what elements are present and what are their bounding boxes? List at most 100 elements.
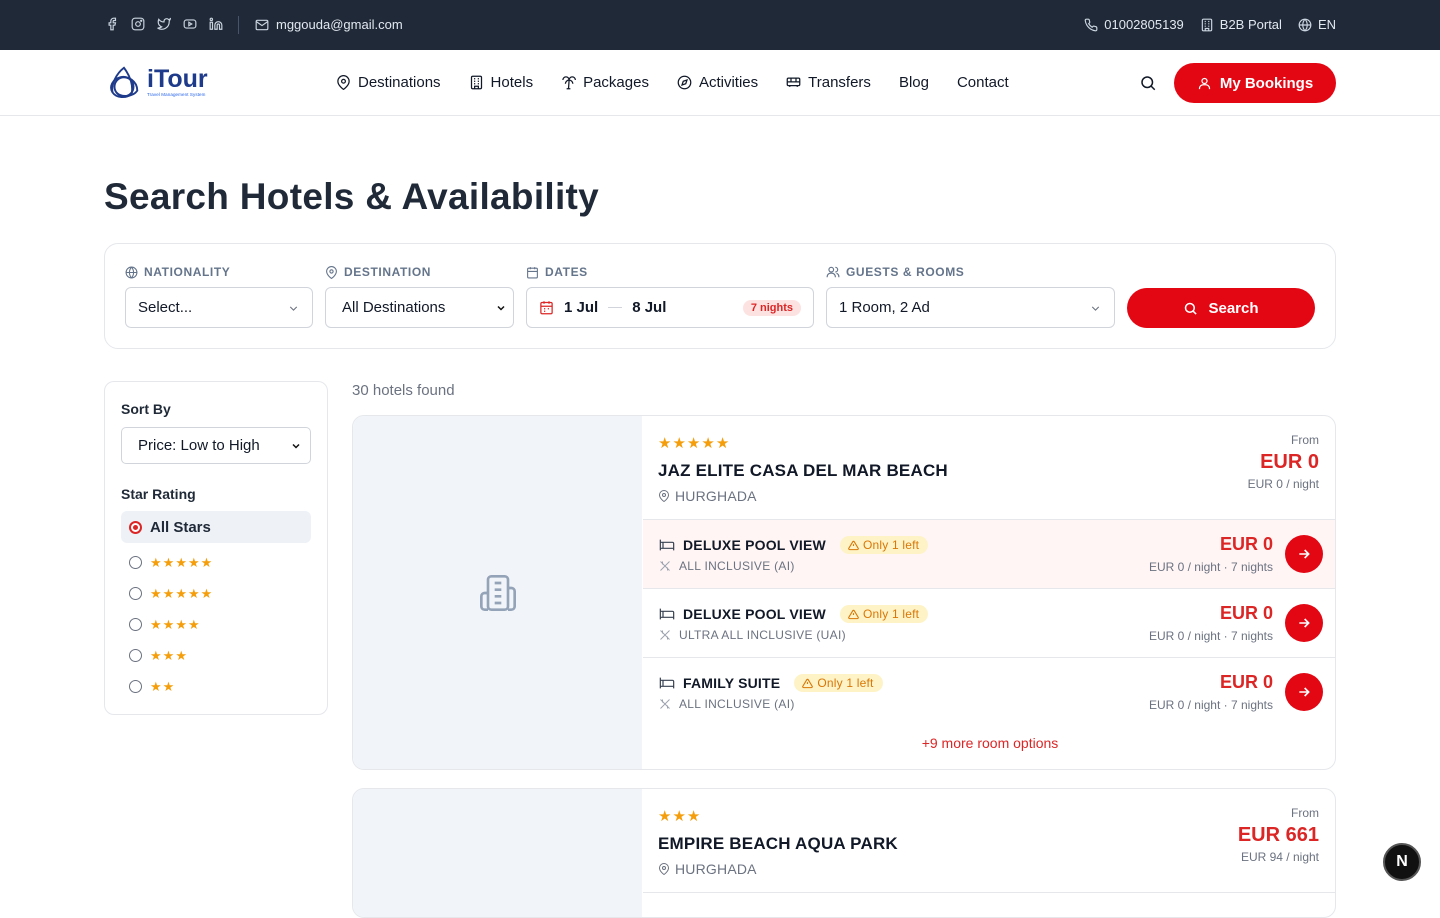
guests-rooms-select[interactable]: 1 Room, 2 Ad xyxy=(826,287,1115,328)
room-price: EUR 0 xyxy=(1219,672,1273,692)
globe-icon xyxy=(125,266,138,279)
star-icon: ★ xyxy=(175,647,187,663)
calendar-icon xyxy=(526,266,539,279)
phone-icon xyxy=(1084,18,1098,32)
star-icon: ★ xyxy=(658,808,672,825)
chevron-down-icon xyxy=(290,440,302,452)
phone-link[interactable]: 01002805139 xyxy=(1084,17,1184,32)
dev-tools-badge[interactable]: N xyxy=(1383,843,1421,881)
twitter-icon[interactable] xyxy=(156,16,172,32)
nav-label: Destinations xyxy=(358,74,441,91)
nav-contact[interactable]: Contact xyxy=(957,74,1009,91)
board-type: ALL INCLUSIVE (AI) xyxy=(659,697,795,711)
b2b-portal-link[interactable]: B2B Portal xyxy=(1200,17,1282,32)
board-type: ULTRA ALL INCLUSIVE (UAI) xyxy=(659,628,846,642)
hotel-name[interactable]: EMPIRE BEACH AQUA PARK xyxy=(658,834,898,854)
hotel-price: EUR 661 xyxy=(1237,824,1319,846)
hotel-image-placeholder xyxy=(353,789,642,917)
radio-button[interactable] xyxy=(129,617,142,631)
select-room-button[interactable] xyxy=(1285,673,1323,711)
nav-packages[interactable]: Packages xyxy=(561,74,649,91)
room-option[interactable] xyxy=(643,892,1335,917)
select-room-button[interactable] xyxy=(1285,604,1323,642)
star-icon: ★ xyxy=(150,678,162,694)
radio-button[interactable] xyxy=(129,679,142,693)
more-room-options-link[interactable]: +9 more room options xyxy=(643,735,1335,751)
map-pin-icon xyxy=(658,863,670,875)
room-price: EUR 0 xyxy=(1219,534,1273,554)
my-bookings-button[interactable]: My Bookings xyxy=(1174,63,1336,103)
destination-label: DESTINATION xyxy=(325,265,431,279)
room-option[interactable]: DELUXE POOL VIEW Only 1 left ULTRA ALL I… xyxy=(643,588,1335,657)
all-stars-label: All Stars xyxy=(150,518,211,536)
star-icon: ★ xyxy=(162,647,175,663)
star-icon: ★ xyxy=(658,435,672,452)
youtube-icon[interactable] xyxy=(182,16,198,32)
room-price-detail: EUR 0 / night · 7 nights xyxy=(1148,698,1273,712)
nav-destinations[interactable]: Destinations xyxy=(336,74,441,91)
star-filter-option[interactable]: ★ ★ ★ ★ ★ xyxy=(121,577,311,609)
language-selector[interactable]: EN xyxy=(1298,17,1336,32)
hotel-card[interactable]: ★ ★ ★ EMPIRE BEACH AQUA PARK HURGHADA From… xyxy=(352,788,1336,918)
warning-icon xyxy=(848,609,859,620)
star-rating-label: Star Rating xyxy=(121,486,196,502)
star-filter-option[interactable]: ★ ★ ★ xyxy=(121,639,311,671)
select-room-button[interactable] xyxy=(1285,535,1323,573)
hotel-price: EUR 0 xyxy=(1260,451,1319,473)
map-pin-icon xyxy=(336,75,351,90)
facebook-icon[interactable] xyxy=(104,16,120,32)
star-icon: ★ xyxy=(175,585,187,601)
users-icon xyxy=(826,265,840,279)
chevron-down-icon xyxy=(495,302,507,314)
nav-activities[interactable]: Activities xyxy=(677,74,758,91)
date-to: 8 Jul xyxy=(632,299,667,316)
email-text: mggouda@gmail.com xyxy=(276,17,403,32)
date-range-picker[interactable]: 1 Jul 8 Jul 7 nights xyxy=(526,287,814,328)
star-filter-option[interactable]: ★ ★ xyxy=(121,670,311,702)
chevron-down-icon xyxy=(1089,302,1102,315)
email-link[interactable]: mggouda@gmail.com xyxy=(255,17,403,32)
star-icon: ★ xyxy=(686,435,701,452)
star-icon: ★ xyxy=(686,808,701,825)
sort-select[interactable]: Price: Low to High xyxy=(121,427,311,464)
calendar-icon xyxy=(539,300,554,315)
destination-select[interactable]: All Destinations xyxy=(325,287,514,328)
search-icon[interactable] xyxy=(1139,74,1157,92)
instagram-icon[interactable] xyxy=(130,16,146,32)
nav-label: Packages xyxy=(583,74,649,91)
star-filter-option[interactable]: ★ ★ ★ ★ xyxy=(121,608,311,640)
logo[interactable]: iTour Travel Management System xyxy=(105,64,225,104)
radio-button[interactable] xyxy=(129,586,142,600)
radio-button[interactable] xyxy=(129,520,142,534)
room-price: EUR 0 xyxy=(1219,603,1273,623)
nationality-select[interactable]: Select... xyxy=(125,287,313,328)
search-button[interactable]: Search xyxy=(1127,288,1315,328)
logo-tagline: Travel Management System xyxy=(147,92,206,97)
room-option[interactable]: DELUXE POOL VIEW Only 1 left ALL INCLUSI… xyxy=(643,519,1335,588)
linkedin-icon[interactable] xyxy=(208,16,224,32)
search-button-label: Search xyxy=(1208,299,1259,317)
date-separator xyxy=(608,307,623,308)
star-icon: ★ xyxy=(187,554,200,570)
arrow-right-icon xyxy=(1296,684,1312,700)
star-filter-option[interactable]: ★ ★ ★ ★ ★ xyxy=(121,546,311,578)
nav-blog[interactable]: Blog xyxy=(899,74,929,91)
nav-transfers[interactable]: Transfers xyxy=(786,74,871,91)
star-icon: ★ xyxy=(187,585,200,601)
filters-sidebar: Sort By Price: Low to High Star Rating A… xyxy=(104,381,328,715)
utensils-icon xyxy=(659,560,671,572)
radio-button[interactable] xyxy=(129,555,142,569)
logo-mark-icon xyxy=(110,66,139,98)
hotel-name[interactable]: JAZ ELITE CASA DEL MAR BEACH xyxy=(658,461,948,481)
hotel-card[interactable]: ★ ★ ★ ★ ★ JAZ ELITE CASA DEL MAR BEACH HURGH… xyxy=(352,415,1336,770)
radio-button[interactable] xyxy=(129,648,142,662)
bus-icon xyxy=(786,75,801,90)
logo-wordmark: iTour xyxy=(147,65,208,93)
language-text: EN xyxy=(1317,17,1336,32)
nav-hotels[interactable]: Hotels xyxy=(469,74,533,91)
topbar-right: 01002805139 B2B Portal EN xyxy=(1084,17,1336,32)
room-option[interactable]: FAMILY SUITE Only 1 left ALL INCLUSIVE (… xyxy=(643,657,1335,726)
hotel-per-night: EUR 94 / night xyxy=(1240,850,1319,864)
globe-icon xyxy=(1298,18,1312,32)
star-filter-all[interactable]: All Stars xyxy=(121,511,311,543)
